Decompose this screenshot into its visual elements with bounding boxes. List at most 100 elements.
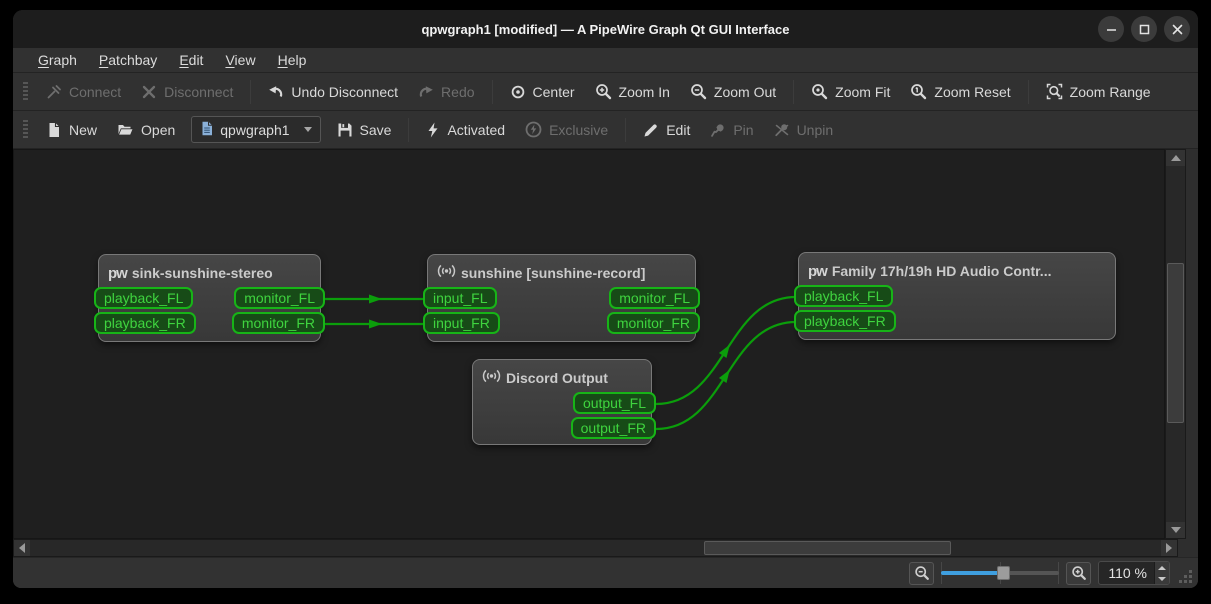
scroll-right-button[interactable] — [1161, 540, 1177, 556]
zoom-in-button[interactable] — [1066, 561, 1092, 585]
disconnect-button[interactable]: Disconnect — [131, 79, 243, 105]
scroll-left-button[interactable] — [14, 540, 30, 556]
toolbar-graph: Connect Disconnect Undo Disconnect Redo Cent… — [13, 73, 1198, 111]
node-header: pw Family 17h/19h HD Audio Contr... — [799, 253, 1115, 283]
toolbar-separator — [250, 79, 252, 104]
port-input-fr[interactable]: input_FR — [423, 312, 500, 334]
slider-handle[interactable] — [996, 566, 1010, 580]
port-playback-fl[interactable]: playback_FL — [94, 287, 194, 309]
toolbar-button-label: Unpin — [796, 121, 834, 138]
toolbar-button-label: Undo Disconnect — [291, 83, 399, 100]
pin-button[interactable]: Pin — [700, 117, 763, 143]
exclusive-button[interactable]: Exclusive — [515, 116, 618, 143]
node-title: sink-sunshine-stereo — [131, 265, 273, 281]
center-button[interactable]: Center — [500, 79, 585, 105]
undo-disconnect-button[interactable]: Undo Disconnect — [258, 79, 408, 105]
node-sink-sunshine-stereo[interactable]: pw sink-sunshine-stereo playback_FL playbac… — [94, 254, 325, 342]
toolbar-button-label: Connect — [69, 83, 122, 100]
chevron-down-icon — [303, 127, 312, 132]
node-title: Family 17h/19h HD Audio Contr... — [831, 263, 1052, 279]
toolbar-separator — [625, 117, 627, 142]
zoom-value[interactable]: 110 % — [1099, 562, 1154, 584]
spin-down-button[interactable] — [1155, 573, 1169, 584]
port-playback-fl[interactable]: playback_FL — [794, 285, 894, 307]
zoom-reset-button[interactable]: Zoom Reset — [900, 78, 1020, 105]
menu-patchbay[interactable]: Patchbay — [88, 50, 168, 70]
output-ports: monitor_FL monitor_FR — [231, 287, 325, 334]
toolbar-button-label: Redo — [441, 83, 475, 100]
titlebar: qpwgraph1 [modified] — A PipeWire Graph … — [13, 10, 1198, 48]
toolbar-button-label: Edit — [666, 121, 691, 138]
patchbay-file-combobox[interactable]: qpwgraph1 — [191, 116, 321, 143]
menu-help[interactable]: Help — [267, 50, 318, 70]
scroll-up-button[interactable] — [1166, 150, 1185, 166]
zoom-out-icon — [915, 566, 929, 580]
new-button[interactable]: New — [36, 117, 107, 143]
node-header: sunshine [sunshine-record] — [428, 255, 695, 285]
open-button[interactable]: Open — [107, 117, 185, 143]
zoom-fit-button[interactable]: Zoom Fit — [801, 78, 900, 105]
document-icon — [200, 121, 214, 139]
edit-button[interactable]: Edit — [633, 117, 700, 143]
arrow-left-icon — [19, 543, 25, 553]
port-monitor-fr[interactable]: monitor_FR — [606, 312, 700, 334]
zoom-spinbox[interactable]: 110 % — [1098, 561, 1170, 585]
minimize-button[interactable] — [1098, 16, 1124, 42]
connection-arrow — [718, 369, 730, 383]
node-discord-output[interactable]: Discord Output output_FL output_FR — [472, 359, 656, 445]
toolbar-drag-handle[interactable] — [23, 119, 28, 140]
spin-up-button[interactable] — [1155, 562, 1169, 573]
vertical-scroll-thumb[interactable] — [1167, 263, 1184, 423]
menu-graph[interactable]: Graph — [27, 50, 88, 70]
save-button[interactable]: Save — [327, 117, 402, 143]
connect-icon — [46, 84, 62, 100]
node-header: pw sink-sunshine-stereo — [99, 255, 320, 285]
zoom-slider[interactable] — [941, 562, 1060, 584]
connect-button[interactable]: Connect — [36, 79, 131, 105]
menu-view[interactable]: View — [214, 50, 266, 70]
resize-grip[interactable] — [1177, 568, 1193, 584]
menu-edit[interactable]: Edit — [168, 50, 214, 70]
toolbar-patchbay: New Open qpwgraph1 Save Activated Exclusive Ed… — [13, 111, 1198, 149]
zoom-out-button[interactable]: Zoom Out — [680, 78, 786, 105]
port-input-fl[interactable]: input_FL — [423, 287, 498, 309]
graph-canvas[interactable]: pw sink-sunshine-stereo playback_FL playbac… — [13, 149, 1165, 539]
close-icon — [1172, 24, 1182, 34]
node-header: Discord Output — [473, 360, 651, 390]
zoom-fit-icon — [811, 83, 828, 100]
broadcast-icon — [437, 262, 456, 285]
unpin-button[interactable]: Unpin — [764, 117, 844, 143]
close-button[interactable] — [1164, 16, 1190, 42]
toolbar-button-label: Zoom Out — [713, 83, 777, 100]
node-family-17h-19h-hd-audio-contr[interactable]: pw Family 17h/19h HD Audio Contr... playba… — [794, 252, 1116, 340]
new-icon — [46, 122, 62, 138]
toolbar-button-label: Exclusive — [549, 121, 609, 138]
port-playback-fr[interactable]: playback_FR — [94, 312, 196, 334]
horizontal-scroll-track[interactable] — [30, 540, 1161, 556]
activated-button[interactable]: Activated — [416, 117, 515, 143]
node-sunshine-sunshine-record[interactable]: sunshine [sunshine-record] input_FL input_… — [423, 254, 700, 342]
port-monitor-fr[interactable]: monitor_FR — [231, 312, 325, 334]
port-output-fl[interactable]: output_FL — [572, 392, 656, 414]
horizontal-scroll-thumb[interactable] — [704, 541, 951, 555]
redo-button[interactable]: Redo — [408, 79, 484, 105]
toolbar-button-label: Center — [532, 83, 575, 100]
toolbar-button-label: Activated — [447, 121, 506, 138]
zoom-range-button[interactable]: Zoom Range — [1036, 78, 1161, 105]
input-ports: input_FL input_FR — [423, 287, 500, 334]
scroll-down-button[interactable] — [1166, 522, 1185, 538]
vertical-scrollbar[interactable] — [1165, 149, 1186, 539]
vertical-scroll-track[interactable] — [1166, 166, 1185, 522]
pin-icon — [710, 122, 726, 138]
toolbar-drag-handle[interactable] — [23, 81, 28, 102]
port-playback-fr[interactable]: playback_FR — [794, 310, 896, 332]
port-monitor-fl[interactable]: monitor_FL — [234, 287, 325, 309]
center-icon — [510, 84, 526, 100]
port-monitor-fl[interactable]: monitor_FL — [609, 287, 700, 309]
input-ports: playback_FL playback_FR — [94, 287, 196, 334]
zoom-in-button[interactable]: Zoom In — [585, 78, 680, 105]
port-output-fr[interactable]: output_FR — [570, 417, 656, 439]
horizontal-scrollbar[interactable] — [13, 539, 1178, 557]
zoom-out-button[interactable] — [909, 561, 935, 585]
maximize-button[interactable] — [1131, 16, 1157, 42]
